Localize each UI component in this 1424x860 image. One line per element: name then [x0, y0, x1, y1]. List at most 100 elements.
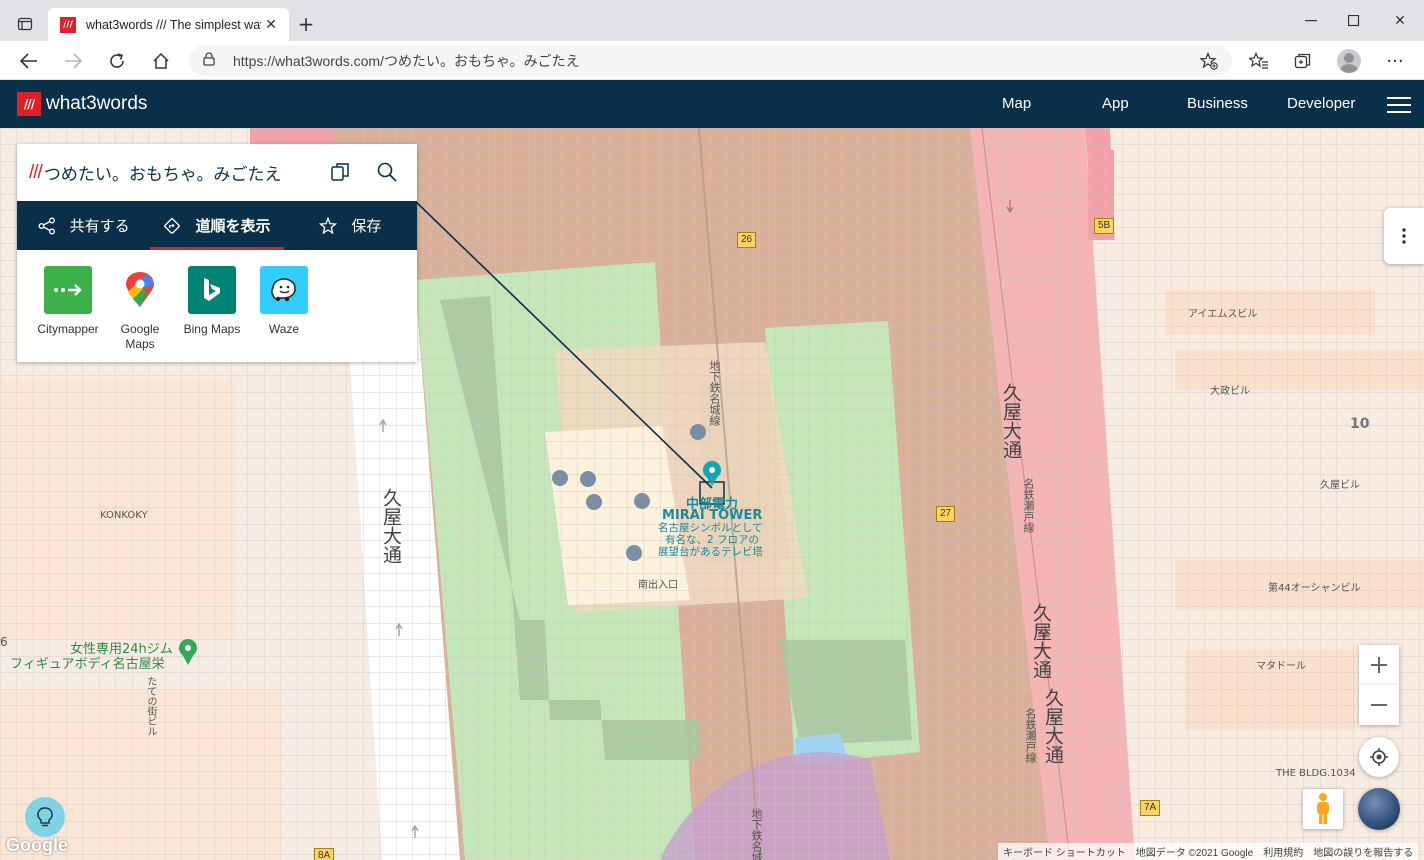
- tab-close-icon[interactable]: ✕: [261, 15, 281, 35]
- action-bar: 共有する 道順を表示 保存: [17, 201, 417, 250]
- save-label: 保存: [351, 217, 382, 235]
- subway-label: 地下鉄名城線: [708, 360, 721, 426]
- app-label: Waze: [268, 322, 300, 336]
- hamburger-menu-icon[interactable]: [1387, 97, 1411, 113]
- rail-label: 名鉄瀬戸線: [1024, 708, 1037, 763]
- app-google-maps[interactable]: Google Maps: [104, 266, 176, 352]
- nav-business[interactable]: Business: [1187, 95, 1248, 112]
- building-label: THE BLDG.1034: [1276, 768, 1356, 779]
- keyboard-shortcuts-link[interactable]: キーボード ショートカット: [1003, 844, 1126, 859]
- street-label: 久屋大通: [1030, 603, 1052, 679]
- street-view-button[interactable]: [1303, 789, 1343, 829]
- citymapper-icon: [44, 266, 92, 314]
- terms-link[interactable]: 利用規約: [1263, 844, 1303, 859]
- w3w-logo[interactable]: /// what3words: [17, 92, 147, 116]
- route-badge: 27: [936, 506, 956, 522]
- satellite-toggle-globe-icon[interactable]: [1358, 788, 1400, 830]
- lock-icon: [203, 52, 221, 69]
- app-citymapper[interactable]: Citymapper: [32, 266, 104, 352]
- tab-title: what3words /// The simplest way: [86, 17, 261, 32]
- street-label: 久屋大通: [380, 488, 402, 564]
- share-icon: [38, 217, 56, 235]
- building-label: 第44オーシャンビル: [1268, 583, 1361, 594]
- share-button[interactable]: 共有する: [17, 201, 150, 250]
- address-panel: /// つめたい。おもちゃ。みごたえ 共有する 道順を表示 保存 Citymap…: [17, 144, 417, 362]
- entrance-label: 南出入口: [638, 580, 678, 591]
- minimize-icon[interactable]: [1296, 6, 1326, 36]
- new-tab-icon[interactable]: +: [294, 12, 318, 36]
- nav-map[interactable]: Map: [1002, 95, 1031, 112]
- building-label: たての街ビル: [145, 676, 156, 736]
- route-badge: 5B: [1094, 218, 1115, 234]
- plus-icon: [1371, 657, 1387, 673]
- browser-tab-bar: /// what3words /// The simplest way ✕ + …: [0, 0, 1424, 41]
- google-maps-icon: [116, 266, 164, 314]
- nav-developer[interactable]: Developer: [1287, 95, 1355, 112]
- report-error-link[interactable]: 地図の誤りを報告する: [1313, 844, 1413, 859]
- share-label: 共有する: [69, 217, 130, 235]
- search-icon[interactable]: [376, 161, 398, 183]
- app-label: Google Maps: [120, 322, 160, 351]
- site-header: /// what3words Map App Business Develope…: [0, 80, 1424, 128]
- building-label: KONKOKY: [100, 510, 148, 521]
- directions-label: 道順を表示: [195, 217, 271, 235]
- star-icon: [319, 216, 338, 235]
- vertical-dots-icon: [1402, 228, 1406, 244]
- address-bar[interactable]: https://what3words.com/つめたい。おもちゃ。みごたえ: [189, 45, 1232, 76]
- home-icon[interactable]: [146, 46, 176, 76]
- crosshair-icon: [1370, 748, 1388, 766]
- side-menu-button[interactable]: [1384, 208, 1424, 264]
- back-icon[interactable]: [14, 46, 44, 76]
- map-data-credit: 地図データ ©2021 Google: [1135, 848, 1254, 859]
- app-bing-maps[interactable]: Bing Maps: [176, 266, 248, 352]
- w3w-logo-mark: ///: [17, 92, 41, 116]
- building-label: マタドール: [1256, 661, 1306, 672]
- google-logo: Google: [6, 835, 68, 855]
- favorites-icon[interactable]: [1244, 46, 1274, 76]
- building-label: アイエムスビル: [1188, 309, 1258, 320]
- minus-icon: [1371, 704, 1387, 706]
- app-label: Bing Maps: [183, 322, 241, 336]
- app-label: Citymapper: [37, 322, 99, 336]
- subway-label: 地下鉄名城線: [750, 808, 763, 860]
- maximize-icon[interactable]: [1339, 6, 1369, 36]
- waze-icon: [260, 266, 308, 314]
- window-close-icon[interactable]: ✕: [1385, 6, 1415, 36]
- browser-tab[interactable]: /// what3words /// The simplest way ✕: [48, 8, 289, 41]
- app-waze[interactable]: Waze: [248, 266, 320, 352]
- browser-toolbar: https://what3words.com/つめたい。おもちゃ。みごたえ ··…: [0, 41, 1424, 80]
- bing-maps-icon: [188, 266, 236, 314]
- route-badge: 7A: [1140, 800, 1161, 816]
- reload-icon[interactable]: [102, 46, 132, 76]
- directions-button[interactable]: 道順を表示: [150, 201, 284, 250]
- block-number: 10: [1350, 416, 1370, 432]
- map-attribution: キーボード ショートカット 地図データ ©2021 Google 利用規約 地図…: [998, 843, 1419, 860]
- zoom-in-button[interactable]: [1359, 645, 1399, 685]
- three-word-address[interactable]: つめたい。おもちゃ。みごたえ: [44, 160, 282, 185]
- more-menu-icon[interactable]: ···: [1380, 46, 1410, 76]
- address-search-box[interactable]: /// つめたい。おもちゃ。みごたえ: [17, 144, 417, 201]
- save-button[interactable]: 保存: [284, 201, 417, 250]
- copy-icon[interactable]: [330, 161, 352, 183]
- street-label: 久屋大通: [1000, 383, 1022, 459]
- street-label: 久屋大通: [1042, 688, 1064, 764]
- forward-icon[interactable]: [58, 46, 88, 76]
- locate-me-button[interactable]: [1359, 737, 1399, 777]
- navigation-apps: Citymapper Google Maps Bing Maps Waze: [17, 250, 417, 352]
- add-favorite-icon[interactable]: [1198, 50, 1220, 72]
- collections-icon[interactable]: [1288, 46, 1318, 76]
- nav-app[interactable]: App: [1102, 95, 1129, 112]
- w3w-brand-name: what3words: [46, 93, 148, 114]
- route-badge: 8A: [314, 848, 335, 860]
- block-number: 6: [0, 635, 8, 649]
- directions-icon: [163, 217, 181, 235]
- building-label: 久屋ビル: [1320, 480, 1360, 491]
- lightbulb-icon: [37, 807, 53, 827]
- gym-label[interactable]: フィギュアボディ名古屋栄: [10, 653, 165, 672]
- w3w-favicon-icon: ///: [60, 16, 76, 33]
- tips-button[interactable]: [25, 797, 65, 837]
- tab-actions-icon[interactable]: [10, 12, 40, 36]
- rail-label: 名鉄瀬戸線: [1022, 478, 1035, 533]
- zoom-out-button[interactable]: [1359, 685, 1399, 725]
- profile-avatar[interactable]: [1337, 49, 1361, 73]
